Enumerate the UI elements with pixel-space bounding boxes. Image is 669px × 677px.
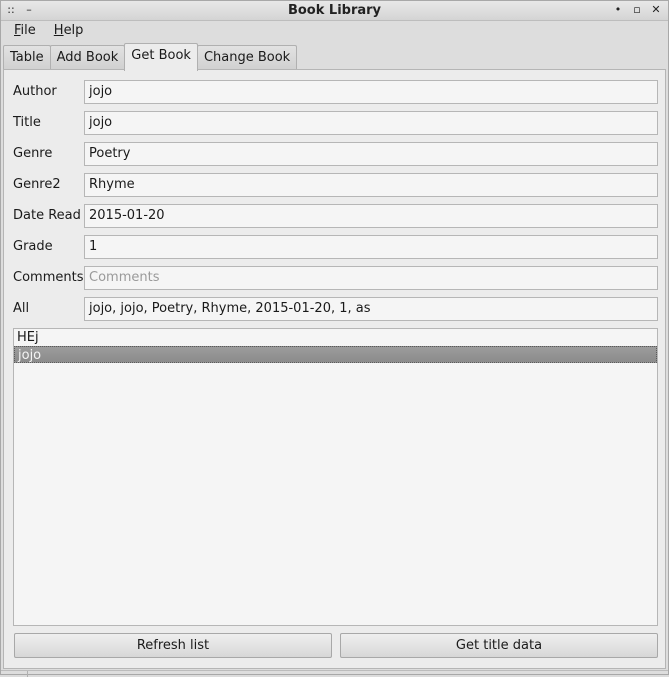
- genre2-row: Genre2 Rhyme: [13, 173, 659, 197]
- comments-field[interactable]: Comments: [84, 266, 658, 290]
- status-bar: [1, 670, 668, 677]
- comments-row: Comments Comments: [13, 266, 659, 290]
- all-label: All: [13, 301, 30, 316]
- menu-help-mnemonic: H: [53, 23, 64, 38]
- author-field[interactable]: jojo: [84, 80, 658, 104]
- close-icon[interactable]: ✕: [650, 4, 662, 16]
- tab-get-book[interactable]: Get Book: [124, 43, 198, 71]
- genre2-label: Genre2: [13, 177, 61, 192]
- refresh-list-button[interactable]: Refresh list: [14, 633, 332, 658]
- menu-help[interactable]: Help: [45, 21, 93, 42]
- maximize-icon[interactable]: ▫: [631, 4, 643, 16]
- get-book-panel: Author jojo Title jojo Genre Poetry Genr…: [3, 69, 666, 669]
- menu-bar: File Help: [1, 21, 668, 42]
- genre-row: Genre Poetry: [13, 142, 659, 166]
- date-read-field[interactable]: 2015-01-20: [84, 204, 658, 228]
- menu-file-label: ile: [20, 23, 36, 38]
- author-row: Author jojo: [13, 80, 659, 104]
- title-row: Title jojo: [13, 111, 659, 135]
- title-label: Title: [13, 115, 41, 130]
- grade-row: Grade 1: [13, 235, 659, 259]
- title-list[interactable]: HEj jojo: [13, 328, 658, 626]
- tab-change-book[interactable]: Change Book: [196, 45, 298, 71]
- genre2-field[interactable]: Rhyme: [84, 173, 658, 197]
- author-label: Author: [13, 84, 57, 99]
- list-item[interactable]: HEj: [14, 329, 657, 346]
- comments-label: Comments: [13, 270, 84, 285]
- title-bar[interactable]: :: – Book Library • ▫ ✕: [1, 1, 668, 21]
- date-read-label: Date Read: [13, 208, 81, 223]
- titlebar-right-controls: • ▫ ✕: [612, 4, 662, 16]
- status-divider: [27, 671, 28, 677]
- menu-help-label: elp: [63, 23, 84, 38]
- genre-field[interactable]: Poetry: [84, 142, 658, 166]
- tab-table[interactable]: Table: [3, 45, 51, 71]
- title-field[interactable]: jojo: [84, 111, 658, 135]
- genre-label: Genre: [13, 146, 53, 161]
- tab-add-book[interactable]: Add Book: [49, 45, 126, 71]
- window-title: Book Library: [287, 3, 382, 18]
- minimize-icon[interactable]: •: [612, 4, 624, 16]
- date-read-row: Date Read 2015-01-20: [13, 204, 659, 228]
- all-row: All jojo, jojo, Poetry, Rhyme, 2015-01-2…: [13, 297, 659, 321]
- grade-field[interactable]: 1: [84, 235, 658, 259]
- menu-file[interactable]: File: [5, 21, 45, 42]
- grade-label: Grade: [13, 239, 53, 254]
- app-window: :: – Book Library • ▫ ✕ File Help Table …: [0, 0, 669, 677]
- tab-bar: Table Add Book Get Book Change Book: [3, 43, 298, 71]
- all-field[interactable]: jojo, jojo, Poetry, Rhyme, 2015-01-20, 1…: [84, 297, 658, 321]
- get-title-data-button[interactable]: Get title data: [340, 633, 658, 658]
- list-item-selected[interactable]: jojo: [14, 346, 657, 363]
